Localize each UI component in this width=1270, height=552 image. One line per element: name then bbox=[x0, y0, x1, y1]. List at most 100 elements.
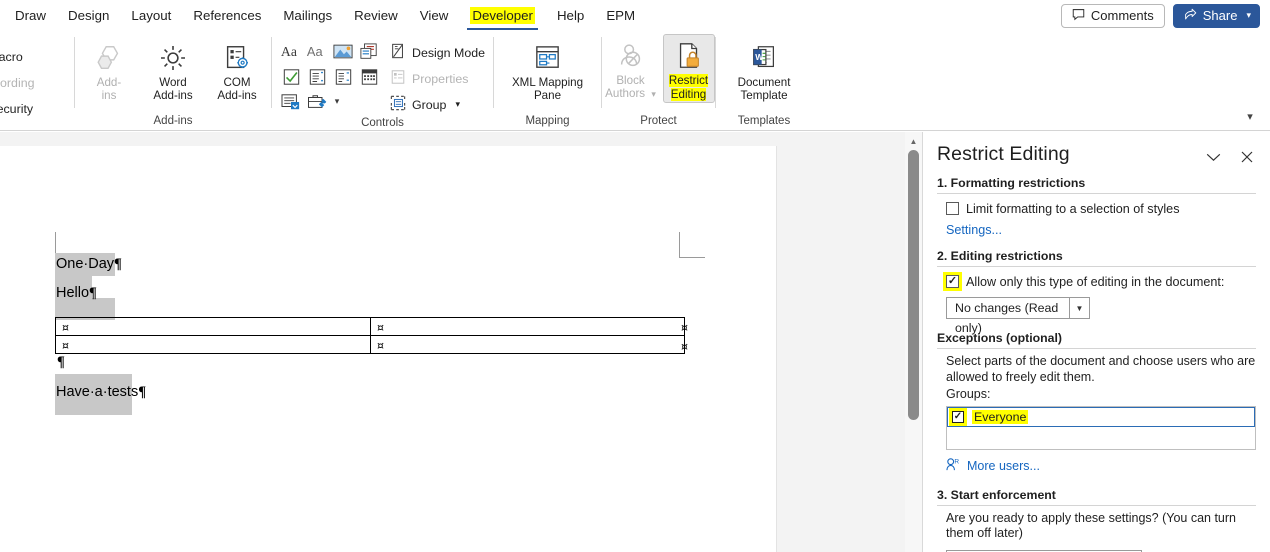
tabbar-actions: Comments Share ▾ bbox=[1060, 3, 1270, 28]
rich-text-content-control-icon[interactable]: Aa bbox=[278, 39, 304, 64]
add-ins-label: Add-ins bbox=[96, 76, 122, 102]
group-button[interactable]: Group ▾ bbox=[390, 93, 485, 116]
ribbon-tab-bar: Draw Design Layout References Mailings R… bbox=[0, 0, 1270, 31]
ribbon-group-protect: Block Authors ▾ Restrict Editing Protect bbox=[602, 31, 715, 130]
editing-type-dropdown[interactable]: No changes (Read only) ▼ bbox=[946, 297, 1090, 335]
limit-formatting-checkbox[interactable] bbox=[946, 202, 959, 215]
collapse-ribbon-button[interactable]: ▾ bbox=[1238, 106, 1262, 126]
margin-mark-top-right bbox=[679, 232, 705, 258]
formatting-settings-link[interactable]: Settings... bbox=[946, 223, 1002, 237]
pilcrow-mark: ¶ bbox=[57, 354, 65, 370]
group-label: Group bbox=[412, 97, 447, 112]
scroll-up-arrow-icon[interactable]: ▲ bbox=[905, 134, 922, 149]
word-add-ins-label: Word Add-ins bbox=[153, 76, 193, 102]
close-icon bbox=[1241, 151, 1253, 163]
legacy-tools-chevron-icon[interactable]: ▾ bbox=[330, 89, 344, 114]
design-mode-button[interactable]: Design Mode bbox=[390, 41, 485, 64]
more-users-link[interactable]: More users... bbox=[967, 459, 1040, 473]
limit-formatting-row[interactable]: Limit formatting to a selection of style… bbox=[946, 201, 1256, 217]
share-button[interactable]: Share ▾ bbox=[1172, 3, 1260, 28]
line-text: Have·a·tests bbox=[56, 384, 139, 400]
tab-draw[interactable]: Draw bbox=[4, 0, 57, 31]
xml-mapping-pane-icon bbox=[532, 41, 563, 75]
document-template-icon: W bbox=[749, 41, 779, 75]
chevron-down-icon[interactable]: ▾ bbox=[455, 100, 460, 109]
end-of-row-marker: ¤ bbox=[681, 321, 688, 334]
building-block-gallery-icon[interactable] bbox=[356, 39, 382, 64]
tab-view[interactable]: View bbox=[409, 0, 460, 31]
tab-epm[interactable]: EPM bbox=[595, 0, 646, 31]
com-add-ins-button[interactable]: COM Add-ins bbox=[206, 36, 268, 103]
xml-mapping-pane-label: XML Mapping Pane bbox=[511, 76, 584, 102]
record-macro-label: d Macro bbox=[0, 50, 23, 64]
tab-mailings[interactable]: Mailings bbox=[272, 0, 343, 31]
section-formatting-restrictions-heading: 1. Formatting restrictions bbox=[937, 176, 1256, 194]
word-window: Draw Design Layout References Mailings R… bbox=[0, 0, 1270, 552]
design-mode-icon bbox=[390, 43, 406, 62]
groups-list[interactable]: ✓ Everyone bbox=[946, 405, 1256, 450]
plain-text-content-control-icon[interactable]: Aa bbox=[304, 39, 330, 64]
tab-label: Review bbox=[354, 8, 398, 23]
tab-label: References bbox=[193, 8, 262, 23]
combo-box-content-control-icon[interactable] bbox=[304, 64, 330, 89]
everyone-checkbox[interactable]: ✓ bbox=[952, 410, 964, 423]
svg-text:Aa: Aa bbox=[307, 44, 324, 59]
document-template-button[interactable]: W Document Template bbox=[720, 36, 808, 103]
design-mode-label: Design Mode bbox=[412, 45, 486, 60]
word-add-ins-button[interactable]: Word Add-ins bbox=[142, 36, 204, 103]
table-cell[interactable]: ¤ bbox=[370, 335, 685, 354]
tab-label: View bbox=[419, 8, 449, 23]
checkbox-content-control-icon[interactable] bbox=[278, 64, 304, 89]
dropdown-list-content-control-icon[interactable] bbox=[330, 64, 356, 89]
comment-icon bbox=[1072, 8, 1085, 24]
ribbon-group-code: d Macro Recording o Security bbox=[0, 31, 74, 130]
scrollbar-thumb[interactable] bbox=[908, 150, 919, 420]
table-cell[interactable]: ¤ bbox=[370, 317, 685, 336]
limit-formatting-label: Limit formatting to a selection of style… bbox=[966, 202, 1180, 216]
more-users-row[interactable]: R More users... bbox=[946, 457, 1256, 476]
legacy-tools-icon[interactable] bbox=[304, 89, 330, 114]
document-page[interactable]: One·Day¶ Hello¶ ¤ ¤ ¤ ¤ ¤ ¤ ¶ Have·a·tes… bbox=[0, 146, 777, 552]
allow-only-editing-row[interactable]: ✓ Allow only this type of editing in the… bbox=[946, 274, 1256, 290]
cell-marker: ¤ bbox=[62, 338, 69, 352]
table-row[interactable]: ¤ ¤ bbox=[55, 317, 685, 336]
tab-review[interactable]: Review bbox=[343, 0, 409, 31]
comments-button[interactable]: Comments bbox=[1060, 3, 1165, 28]
table-cell[interactable]: ¤ bbox=[55, 317, 371, 336]
tab-references[interactable]: References bbox=[182, 0, 272, 31]
repeating-section-content-control-icon[interactable] bbox=[278, 89, 304, 114]
pane-collapse-button[interactable] bbox=[1204, 148, 1222, 166]
table-cell[interactable]: ¤ bbox=[55, 335, 371, 354]
date-picker-content-control-icon[interactable] bbox=[356, 64, 382, 89]
tab-help[interactable]: Help bbox=[546, 0, 595, 31]
chevron-down-icon[interactable]: ▼ bbox=[1069, 298, 1089, 318]
pilcrow-mark: ¶ bbox=[114, 256, 122, 272]
restrict-editing-button[interactable]: Restrict Editing bbox=[662, 34, 715, 103]
start-enforcement-body: Are you ready to apply these settings? (… bbox=[937, 511, 1256, 552]
record-macro-button[interactable]: d Macro bbox=[0, 44, 34, 70]
document-line: Hello¶ bbox=[56, 285, 97, 302]
addins-buttons: Add-ins Word Add-ins COM Add-ins bbox=[75, 31, 271, 114]
vertical-scrollbar[interactable]: ▲ bbox=[905, 132, 922, 552]
block-authors-label: Block Authors ▾ bbox=[605, 74, 656, 100]
picture-content-control-icon[interactable] bbox=[330, 39, 356, 64]
document-table[interactable]: ¤ ¤ ¤ ¤ bbox=[55, 317, 685, 354]
allow-only-editing-checkbox[interactable]: ✓ bbox=[946, 275, 959, 288]
editing-restrictions-body: ✓ Allow only this type of editing in the… bbox=[937, 274, 1256, 335]
xml-mapping-pane-button[interactable]: XML Mapping Pane bbox=[500, 36, 596, 103]
macro-security-button[interactable]: o Security bbox=[0, 96, 34, 122]
tab-layout[interactable]: Layout bbox=[120, 0, 182, 31]
group-item-everyone[interactable]: ✓ Everyone bbox=[947, 406, 1255, 427]
tab-developer[interactable]: Developer bbox=[459, 0, 546, 31]
add-ins-button: Add-ins bbox=[78, 36, 140, 103]
user-add-icon: R bbox=[946, 457, 961, 476]
ribbon-group-addins: Add-ins Word Add-ins COM Add-ins Add-ins bbox=[75, 31, 271, 130]
table-row[interactable]: ¤ ¤ bbox=[55, 335, 685, 354]
document-line: Have·a·tests¶ bbox=[56, 384, 146, 401]
cell-marker: ¤ bbox=[377, 320, 384, 334]
chevron-down-icon[interactable]: ▾ bbox=[1246, 11, 1251, 20]
chevron-down-icon bbox=[1206, 153, 1220, 161]
pane-close-button[interactable] bbox=[1238, 148, 1256, 166]
tab-design[interactable]: Design bbox=[57, 0, 120, 31]
ribbon-tabs: Draw Design Layout References Mailings R… bbox=[0, 0, 646, 31]
